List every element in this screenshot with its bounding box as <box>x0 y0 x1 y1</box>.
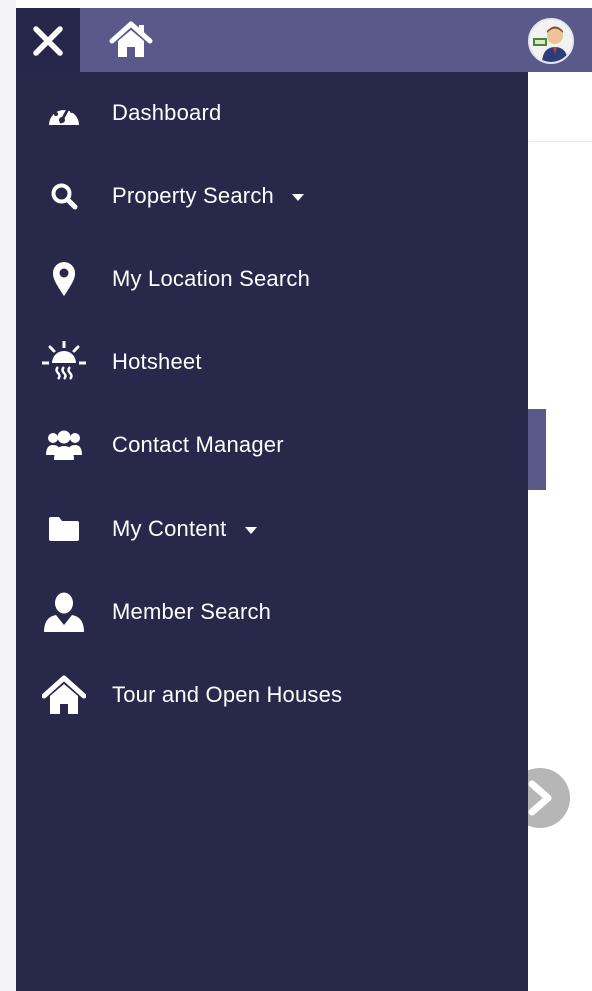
avatar-icon <box>530 20 572 62</box>
menu-item-my-location-search[interactable]: My Location Search <box>16 249 528 309</box>
menu-label-dashboard: Dashboard <box>112 100 222 125</box>
menu-item-contact-manager[interactable]: Contact Manager <box>16 415 528 475</box>
member-icon <box>40 588 88 636</box>
content-tab-strip[interactable] <box>528 409 546 490</box>
page-content-area <box>528 72 592 991</box>
sun-heat-icon <box>40 338 88 386</box>
menu-label-tour-open-houses: Tour and Open Houses <box>112 682 343 707</box>
menu-label-my-location-search: My Location Search <box>112 266 311 291</box>
close-menu-button[interactable] <box>16 8 80 74</box>
menu-item-tour-open-houses[interactable]: Tour and Open Houses <box>16 665 528 725</box>
chevron-down-icon <box>244 526 257 534</box>
menu-item-member-search[interactable]: Member Search <box>16 582 528 642</box>
screen-edge <box>0 0 16 991</box>
menu-item-my-content[interactable]: My Content <box>16 499 528 559</box>
menu-item-hotsheet[interactable]: Hotsheet <box>16 332 528 392</box>
next-slide-button[interactable] <box>522 766 572 830</box>
chevron-right-icon <box>522 768 570 828</box>
map-pin-icon <box>40 255 88 303</box>
menu-item-dashboard[interactable]: Dashboard <box>16 83 528 143</box>
menu-label-property-search: Property Search <box>112 183 304 209</box>
dashboard-gauge-icon <box>40 89 88 137</box>
group-icon <box>40 421 88 469</box>
menu-label-my-content: My Content <box>112 516 257 542</box>
content-divider <box>528 141 592 142</box>
search-icon <box>40 172 88 220</box>
chevron-down-icon <box>291 193 304 201</box>
menu-label-hotsheet: Hotsheet <box>112 349 202 374</box>
menu-label-member-search: Member Search <box>112 599 272 624</box>
home-icon <box>109 21 153 57</box>
menu-item-property-search[interactable]: Property Search <box>16 166 528 226</box>
home-button[interactable] <box>108 18 154 62</box>
menu-label-contact-manager: Contact Manager <box>112 432 284 457</box>
house-icon <box>40 671 88 719</box>
close-icon <box>33 26 63 56</box>
folder-icon <box>40 505 88 553</box>
user-avatar[interactable] <box>528 18 574 64</box>
top-header-bar <box>16 8 592 72</box>
